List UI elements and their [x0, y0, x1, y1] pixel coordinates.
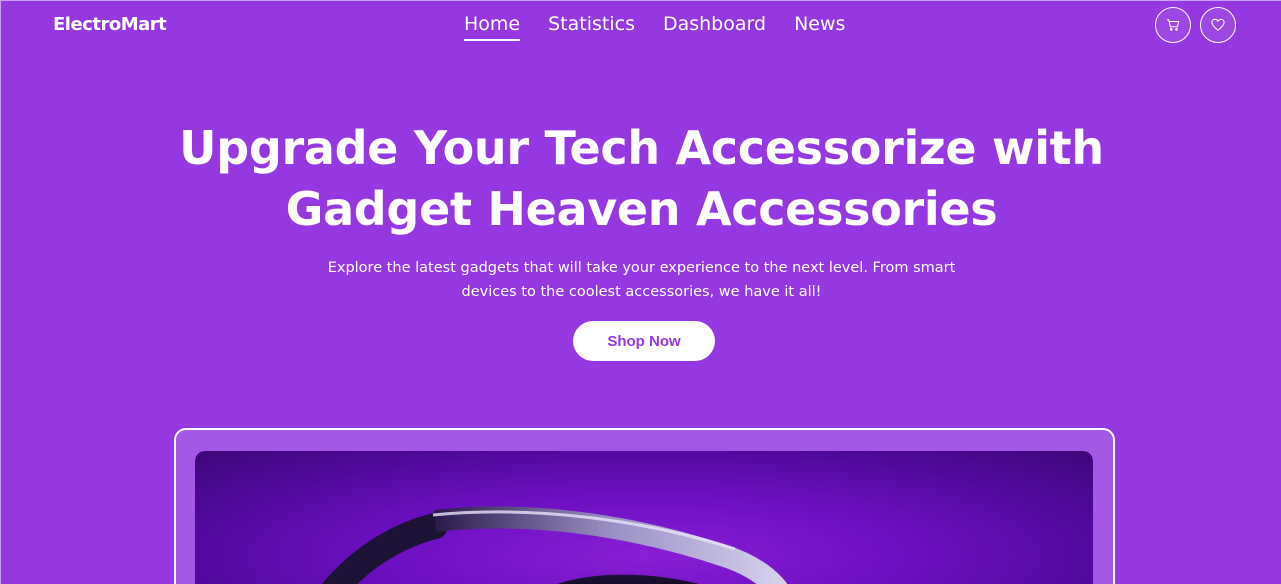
- shop-now-button[interactable]: Shop Now: [573, 321, 715, 361]
- page: ElectroMart Home Statistics Dashboard Ne…: [0, 0, 1281, 584]
- cart-button[interactable]: [1155, 7, 1191, 43]
- banner-image: [195, 451, 1093, 584]
- wishlist-button[interactable]: [1200, 7, 1236, 43]
- hero-title-line2: Gadget Heaven Accessories: [285, 182, 998, 236]
- brand-logo[interactable]: ElectroMart: [53, 14, 167, 35]
- hero-title-line1: Upgrade Your Tech Accessorize with: [179, 121, 1104, 175]
- nav-news[interactable]: News: [794, 13, 845, 41]
- nav-home[interactable]: Home: [464, 13, 521, 41]
- nav-statistics[interactable]: Statistics: [548, 13, 635, 41]
- main-nav: Home Statistics Dashboard News: [464, 13, 845, 41]
- heart-icon: [1211, 18, 1225, 31]
- header-actions: [1155, 7, 1236, 43]
- hero-subtitle-line2: devices to the coolest accessories, we h…: [461, 284, 822, 300]
- hero-subtitle: Explore the latest gadgets that will tak…: [1, 256, 1281, 304]
- hero-subtitle-line1: Explore the latest gadgets that will tak…: [327, 260, 956, 276]
- hero-title: Upgrade Your Tech Accessorize with Gadge…: [1, 118, 1281, 240]
- cart-icon: [1166, 19, 1180, 31]
- nav-dashboard[interactable]: Dashboard: [663, 13, 766, 41]
- vr-headset-illustration: [321, 506, 788, 584]
